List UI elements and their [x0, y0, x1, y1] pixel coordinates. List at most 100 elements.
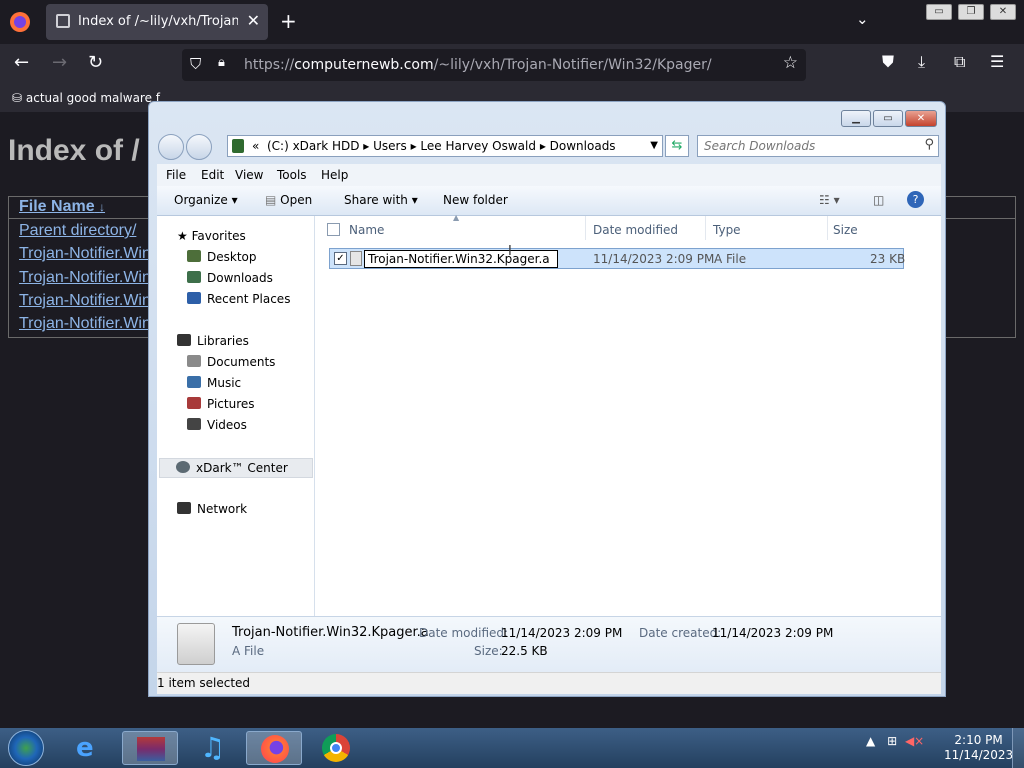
share-with-button[interactable]: Share with ▾	[344, 193, 418, 207]
nav-recent-places[interactable]: Recent Places	[187, 292, 290, 306]
file-row-selected[interactable]: ✓ 11/14/2023 2:09 PM A File 23 KB	[329, 248, 905, 269]
text-cursor-icon: I	[508, 244, 512, 259]
search-icon[interactable]: ⚲	[924, 137, 934, 152]
breadcrumb-downloads[interactable]: Downloads	[550, 139, 616, 153]
breadcrumb-users[interactable]: Users	[373, 139, 407, 153]
listing-link[interactable]: Trojan-Notifier.Win	[19, 269, 151, 287]
clock-time: 2:10 PM	[954, 733, 1003, 747]
shield-icon[interactable]: ⛉	[190, 55, 201, 73]
refresh-icon[interactable]: ⇆	[665, 135, 689, 157]
rename-input[interactable]	[364, 250, 558, 268]
tab-title: Index of /~lily/vxh/Trojan-Notifier	[78, 14, 238, 29]
search-box[interactable]: ⚲	[697, 135, 939, 157]
volume-muted-icon[interactable]: ◀×	[905, 734, 924, 748]
organize-button[interactable]: Organize ▾	[174, 193, 238, 207]
column-date-modified[interactable]: Date modified	[593, 223, 678, 237]
column-divider[interactable]	[585, 216, 586, 240]
clock[interactable]: 2:10 PM 11/14/2023	[944, 733, 1013, 763]
breadcrumb-drive[interactable]: (C:) xDark HDD	[267, 139, 360, 153]
details-date-created: 11/14/2023 2:09 PM	[712, 626, 834, 640]
browser-nav-bar: ← → ↻ ⛉ 🔒︎ https://computernewb.com/~lil…	[0, 44, 1024, 86]
row-checkbox[interactable]: ✓	[334, 252, 347, 265]
nav-documents[interactable]: Documents	[187, 355, 275, 369]
explorer-address-bar[interactable]: « (C:) xDark HDD ▸ Users ▸ Lee Harvey Os…	[227, 135, 663, 157]
menu-bar: File Edit View Tools Help	[157, 164, 941, 186]
back-arrow-icon[interactable]: ←	[14, 52, 29, 73]
show-desktop-button[interactable]	[1012, 728, 1024, 768]
column-name[interactable]: Name	[349, 223, 384, 237]
window-minimize-button[interactable]: ▭	[926, 4, 952, 20]
taskbar-chrome[interactable]	[308, 731, 364, 765]
nav-desktop[interactable]: Desktop	[187, 250, 257, 264]
select-all-checkbox[interactable]	[327, 223, 340, 236]
column-divider[interactable]	[705, 216, 706, 240]
status-text: 1 item selected	[157, 676, 251, 690]
tab-list-chevron-icon[interactable]: ⌄	[856, 10, 869, 28]
lock-icon[interactable]: 🔒︎	[218, 55, 225, 70]
taskbar-firefox[interactable]	[246, 731, 302, 765]
nav-downloads[interactable]: Downloads	[187, 271, 273, 285]
column-type[interactable]: Type	[713, 223, 741, 237]
view-options-icon[interactable]: ☷ ▾	[819, 193, 840, 207]
listing-link[interactable]: Parent directory/	[19, 222, 136, 240]
extensions-icon[interactable]: ⧉	[954, 52, 965, 72]
column-size[interactable]: Size	[833, 223, 858, 237]
explorer-back-button[interactable]	[158, 134, 184, 160]
network-icon	[177, 502, 191, 514]
explorer-forward-button[interactable]	[186, 134, 212, 160]
nav-network[interactable]: Network	[177, 502, 247, 516]
taskbar-winrar[interactable]	[122, 731, 178, 765]
nav-music[interactable]: Music	[187, 376, 241, 390]
status-bar: 1 item selected	[157, 672, 941, 694]
tab-favicon-icon	[56, 14, 70, 28]
taskbar-internet-explorer[interactable]: e	[62, 731, 118, 765]
nav-xdark-center[interactable]: xDark™ Center	[159, 458, 313, 478]
pictures-icon	[187, 397, 201, 409]
menu-edit[interactable]: Edit	[201, 168, 224, 182]
listing-link[interactable]: Trojan-Notifier.Win	[19, 245, 151, 263]
help-icon[interactable]: ?	[907, 191, 924, 208]
nav-libraries[interactable]: Libraries	[177, 334, 249, 348]
search-input[interactable]	[698, 136, 908, 156]
breadcrumb-user[interactable]: Lee Harvey Oswald	[420, 139, 536, 153]
details-file-name: Trojan-Notifier.Win32.Kpager.a	[232, 625, 429, 640]
new-tab-button[interactable]: +	[280, 9, 297, 33]
menu-file[interactable]: File	[166, 168, 186, 182]
menu-tools[interactable]: Tools	[277, 168, 307, 182]
firefox-menu-icon[interactable]	[8, 10, 32, 34]
downloads-icon[interactable]: ⤓	[918, 52, 925, 72]
file-type: A File	[714, 252, 747, 266]
explorer-close-button[interactable]: ✕	[905, 110, 937, 127]
explorer-maximize-button[interactable]: ▭	[873, 110, 903, 127]
nav-pictures[interactable]: Pictures	[187, 397, 255, 411]
show-hidden-icons[interactable]: ▲	[866, 734, 875, 748]
open-button[interactable]: ▤ Open	[265, 193, 312, 207]
url-bar[interactable]: ⛉ 🔒︎ https://computernewb.com/~lily/vxh/…	[182, 49, 806, 81]
bookmark-star-icon[interactable]: ☆	[783, 53, 798, 73]
new-folder-button[interactable]: New folder	[443, 193, 508, 207]
start-button[interactable]	[8, 730, 44, 766]
browser-tab-active[interactable]: Index of /~lily/vxh/Trojan-Notifier ✕	[46, 4, 268, 40]
nav-favorites[interactable]: ★ Favorites	[177, 229, 246, 243]
listing-link[interactable]: Trojan-Notifier.Win	[19, 292, 151, 310]
tab-close-icon[interactable]: ✕	[247, 11, 260, 30]
menu-view[interactable]: View	[235, 168, 263, 182]
column-divider[interactable]	[827, 216, 828, 240]
window-restore-button[interactable]: ❐	[958, 4, 984, 20]
menu-help[interactable]: Help	[321, 168, 348, 182]
forward-arrow-icon[interactable]: →	[52, 52, 67, 73]
address-dropdown-icon[interactable]: ▼	[650, 140, 658, 151]
internet-explorer-icon: e	[76, 733, 94, 763]
window-close-button[interactable]: ✕	[990, 4, 1016, 20]
reload-icon[interactable]: ↻	[88, 52, 103, 73]
preview-pane-icon[interactable]: ◫	[873, 193, 884, 207]
explorer-minimize-button[interactable]: ▁	[841, 110, 871, 127]
sort-file-name-link[interactable]: File Name ↓	[19, 198, 105, 216]
hamburger-menu-icon[interactable]: ☰	[990, 52, 1004, 71]
listing-link[interactable]: Trojan-Notifier.Win	[19, 315, 151, 333]
taskbar-itunes[interactable]: ♫	[184, 731, 240, 765]
bookmark-item[interactable]: ⛁ actual good malware f	[12, 91, 160, 105]
network-tray-icon[interactable]: ⊞	[887, 734, 897, 748]
nav-videos[interactable]: Videos	[187, 418, 247, 432]
pocket-icon[interactable]: ⛊	[882, 52, 894, 72]
